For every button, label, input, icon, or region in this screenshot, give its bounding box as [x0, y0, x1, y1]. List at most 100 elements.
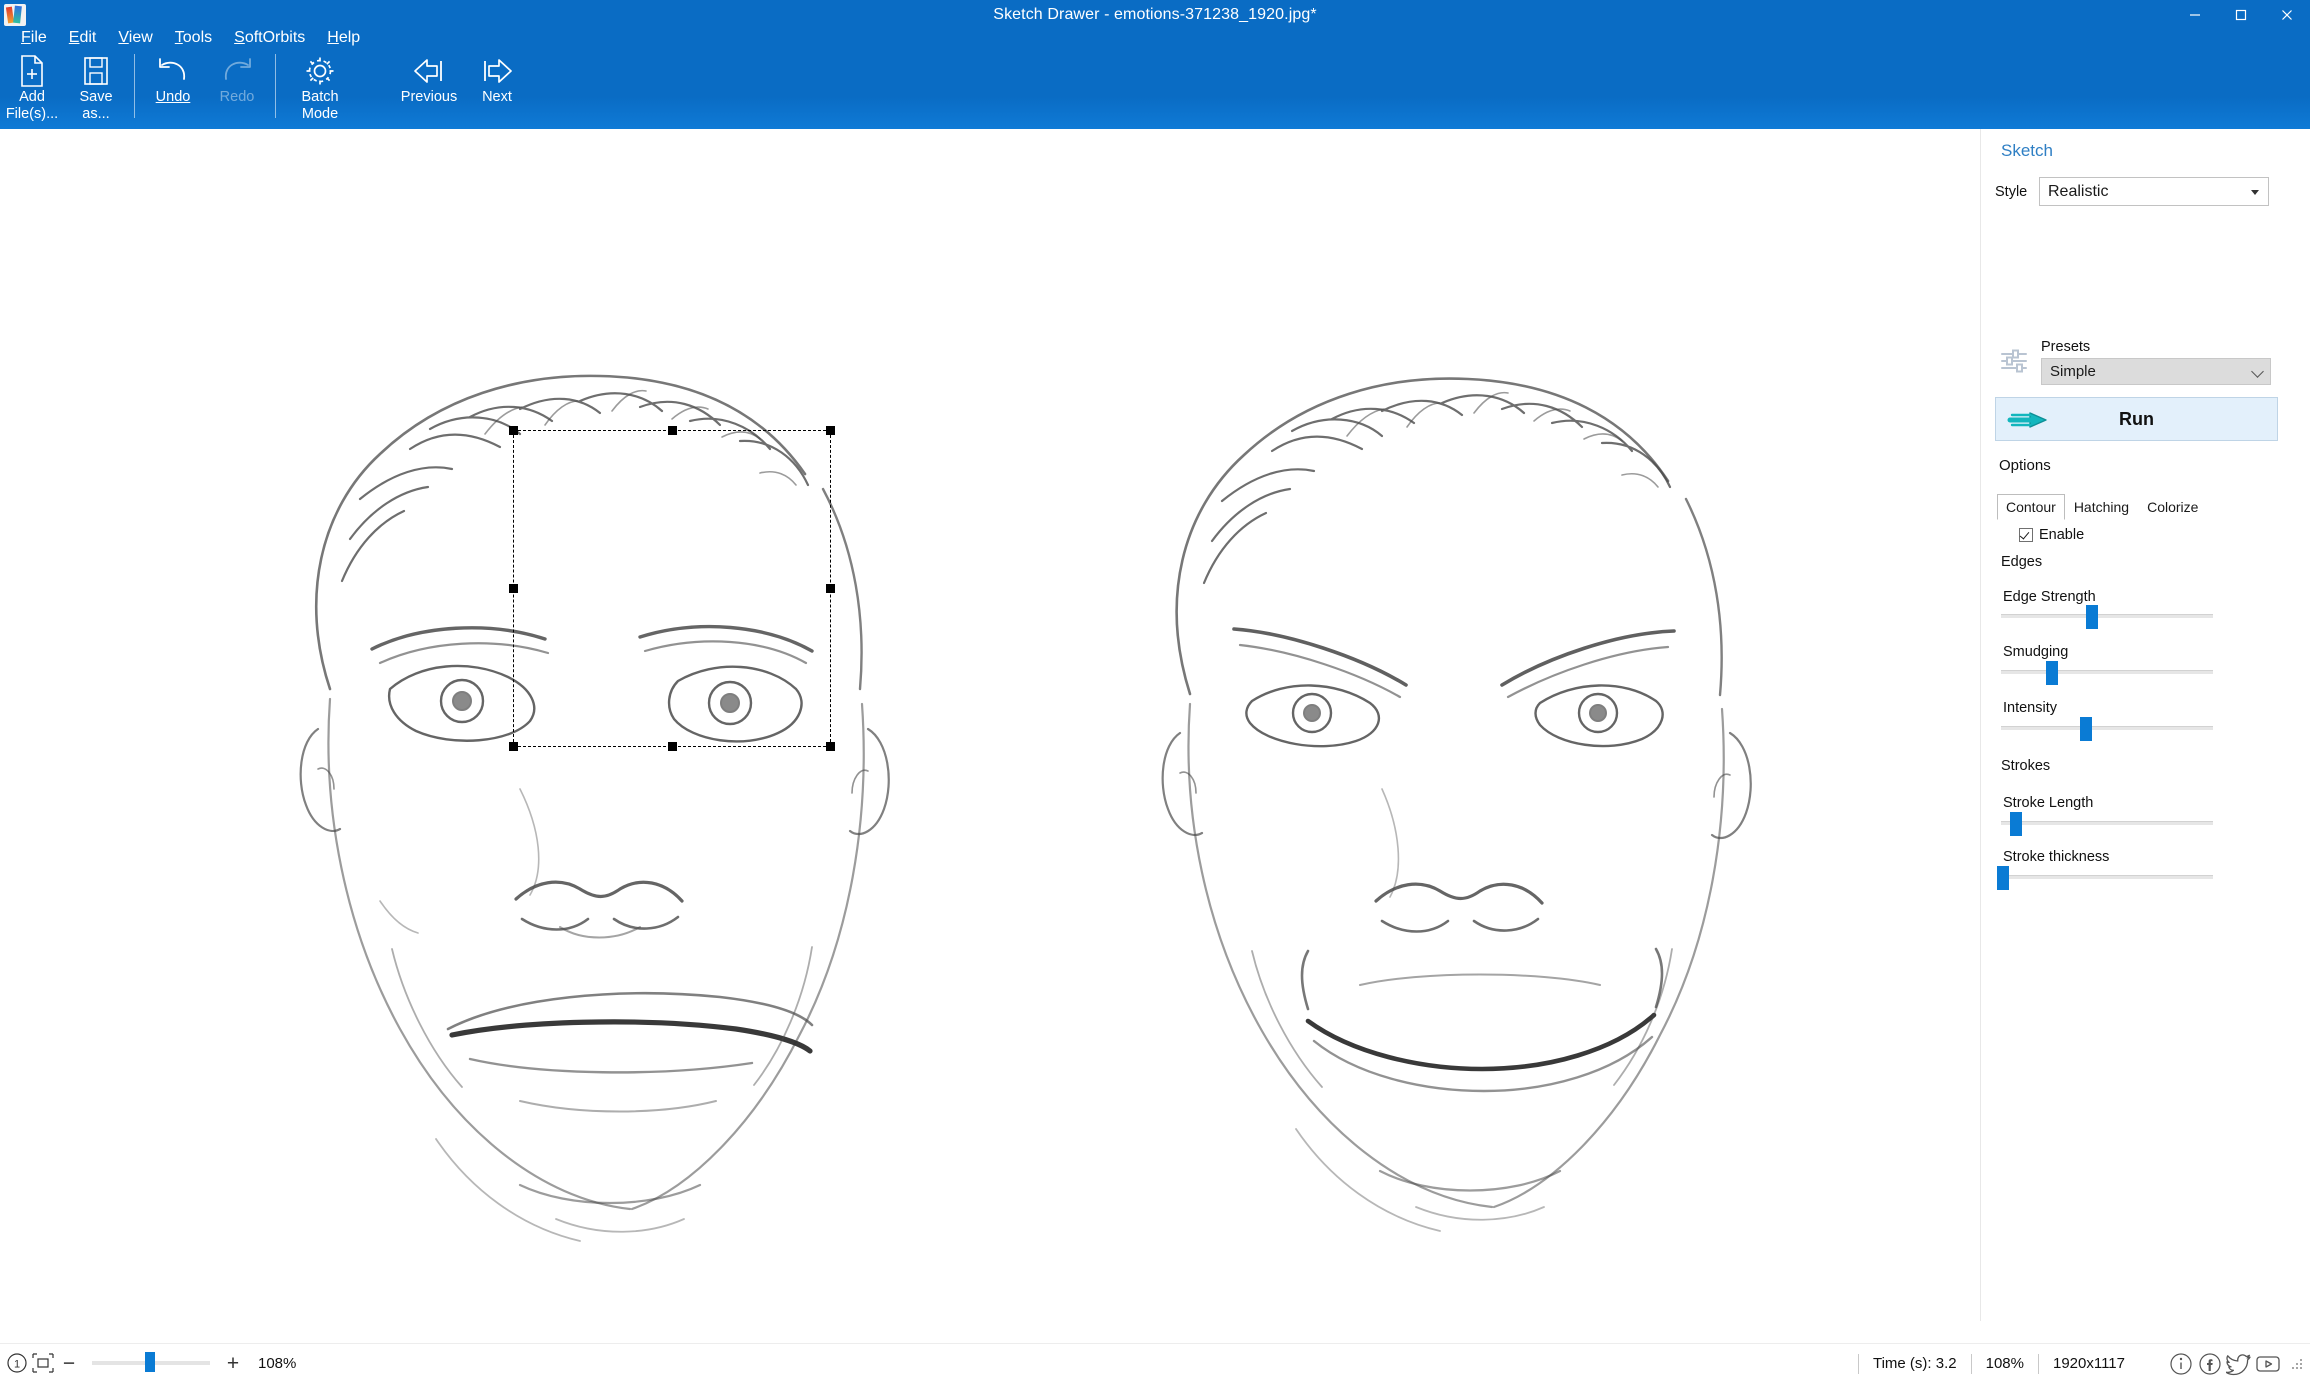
zoom-in-button[interactable]: + [220, 1350, 246, 1376]
presets-dropdown[interactable]: Simple [2041, 358, 2271, 385]
slider-label-stroke-thickness: Stroke thickness [2003, 849, 2110, 865]
slider-label-intensity: Intensity [2003, 700, 2057, 716]
facebook-icon[interactable] [2196, 1350, 2224, 1378]
redo-arrow-icon [220, 54, 254, 88]
redo-label: Redo [219, 89, 255, 105]
chevron-down-icon [2251, 190, 2259, 195]
twitter-icon[interactable] [2225, 1350, 2253, 1378]
menu-view-label: View [118, 29, 153, 46]
menu-file-label: File [21, 29, 47, 46]
tab-hatching[interactable]: Hatching [2065, 494, 2138, 520]
options-label: Options [1999, 457, 2051, 474]
add-files-button[interactable]: Add File(s)... [0, 48, 64, 122]
slider-thumb-stroke-thickness[interactable] [1997, 866, 2010, 890]
group-label-strokes: Strokes [2001, 758, 2051, 774]
zoom-out-button[interactable]: − [56, 1350, 82, 1376]
sliders-settings-icon [1999, 346, 2029, 376]
app-logo-icon [4, 3, 26, 26]
undo-button[interactable]: Undo [141, 48, 205, 122]
save-floppy-icon [82, 54, 110, 88]
slider-track-stroke-thickness[interactable] [1997, 866, 2213, 890]
processing-time-label: Time (s): 3.2 [1857, 1353, 1971, 1374]
sketch-preview-result [1161, 377, 1752, 1232]
slider-label-stroke-length: Stroke Length [2003, 795, 2094, 811]
run-arrow-icon [2006, 409, 2050, 436]
batch-mode-button[interactable]: Batch Mode [282, 48, 358, 122]
add-file-icon [18, 54, 46, 88]
menu-item-view[interactable]: View [107, 27, 163, 49]
run-button[interactable]: Run [1995, 397, 2278, 441]
minimize-button[interactable] [2172, 0, 2218, 29]
save-as-label-line1: Save [79, 89, 113, 105]
undo-arrow-icon [156, 54, 190, 88]
options-tabs: Contour Hatching Colorize [1997, 494, 2207, 520]
toolbar: Add File(s)... Save as... Undo Redo Batc… [0, 48, 2310, 129]
enable-label: Enable [2039, 527, 2085, 543]
slider-thumb-intensity[interactable] [2079, 717, 2092, 741]
actual-size-icon[interactable]: 1 [4, 1350, 30, 1376]
menu-item-softorbits[interactable]: SoftOrbits [223, 27, 316, 49]
enable-checkbox[interactable] [2019, 528, 2033, 542]
window-title: Sketch Drawer - emotions-371238_1920.jpg… [993, 5, 1317, 23]
youtube-icon[interactable] [2254, 1350, 2282, 1378]
slider-thumb-stroke-length[interactable] [2009, 812, 2022, 836]
social-links [2167, 1350, 2282, 1378]
redo-button[interactable]: Redo [205, 48, 269, 122]
navigation-group: Previous Next [395, 48, 531, 122]
add-files-label-line1: Add [19, 89, 45, 105]
batch-mode-label-line2: Mode [301, 106, 339, 122]
info-icon[interactable] [2167, 1350, 2195, 1378]
style-dropdown[interactable]: Realistic [2039, 177, 2269, 206]
status-bar: 1 − + 108% Time (s): 3.2 108% 1920x1117 [0, 1343, 2310, 1382]
menu-tools-label: Tools [174, 29, 213, 46]
toolbar-divider-1 [134, 54, 135, 118]
menu-item-edit[interactable]: Edit [58, 27, 108, 49]
style-label: Style [1995, 183, 2028, 200]
maximize-button[interactable] [2218, 0, 2264, 29]
presets-selected-value: Simple [2050, 363, 2096, 380]
zoom-percent-label: 108% [258, 1354, 297, 1372]
zoom-slider-thumb[interactable] [144, 1352, 155, 1372]
menu-item-help[interactable]: Help [316, 27, 371, 49]
next-arrow-icon [479, 54, 515, 88]
fit-to-screen-icon[interactable] [30, 1350, 56, 1376]
scale-label: 108% [1970, 1353, 2038, 1374]
previous-button[interactable]: Previous [395, 48, 463, 122]
slider-track-edge-strength[interactable] [2001, 605, 2213, 629]
slider-thumb-smudging[interactable] [2045, 661, 2058, 685]
slider-track-stroke-length[interactable] [2001, 812, 2213, 836]
slider-track-intensity[interactable] [2001, 717, 2213, 741]
panel-title: Sketch [2001, 141, 2053, 160]
previous-arrow-icon [411, 54, 447, 88]
toolbar-divider-2 [275, 54, 276, 118]
enable-checkbox-row[interactable]: Enable [2019, 527, 2084, 543]
gear-icon [305, 54, 335, 88]
sketch-options-panel: Sketch Style Realistic Presets Simple Ru… [1980, 129, 2310, 1321]
previous-label: Previous [400, 89, 458, 105]
add-files-label-line2: File(s)... [5, 106, 59, 122]
slider-track-smudging[interactable] [2001, 661, 2213, 685]
chevron-down-icon [2251, 365, 2264, 378]
tab-contour[interactable]: Contour [1997, 494, 2065, 520]
tab-colorize[interactable]: Colorize [2138, 494, 2207, 520]
menu-item-tools[interactable]: Tools [164, 27, 223, 49]
close-button[interactable] [2264, 0, 2310, 29]
zoom-slider-track[interactable] [92, 1352, 210, 1372]
style-selected-value: Realistic [2048, 182, 2109, 200]
group-label-edges: Edges [2001, 554, 2043, 570]
image-canvas[interactable]: ◀ ▶ [0, 129, 1980, 1321]
resize-grip[interactable] [2290, 1357, 2304, 1371]
image-dimensions-label: 1920x1117 [2037, 1353, 2139, 1374]
slider-label-smudging: Smudging [2003, 644, 2069, 660]
next-button[interactable]: Next [463, 48, 531, 122]
save-as-label-line2: as... [82, 106, 110, 122]
menu-item-file[interactable]: File [10, 27, 58, 49]
next-label: Next [482, 89, 512, 105]
menu-softorbits-label: SoftOrbits [234, 29, 306, 46]
save-as-button[interactable]: Save as... [64, 48, 128, 122]
slider-thumb-edge-strength[interactable] [2086, 605, 2099, 629]
undo-label: Undo [155, 89, 191, 105]
zoom-controls: 1 − + 108% [4, 1350, 296, 1376]
menu-bar: File Edit View Tools SoftOrbits Help [0, 26, 2310, 50]
status-right-group: Time (s): 3.2 108% 1920x1117 [1857, 1344, 2304, 1383]
